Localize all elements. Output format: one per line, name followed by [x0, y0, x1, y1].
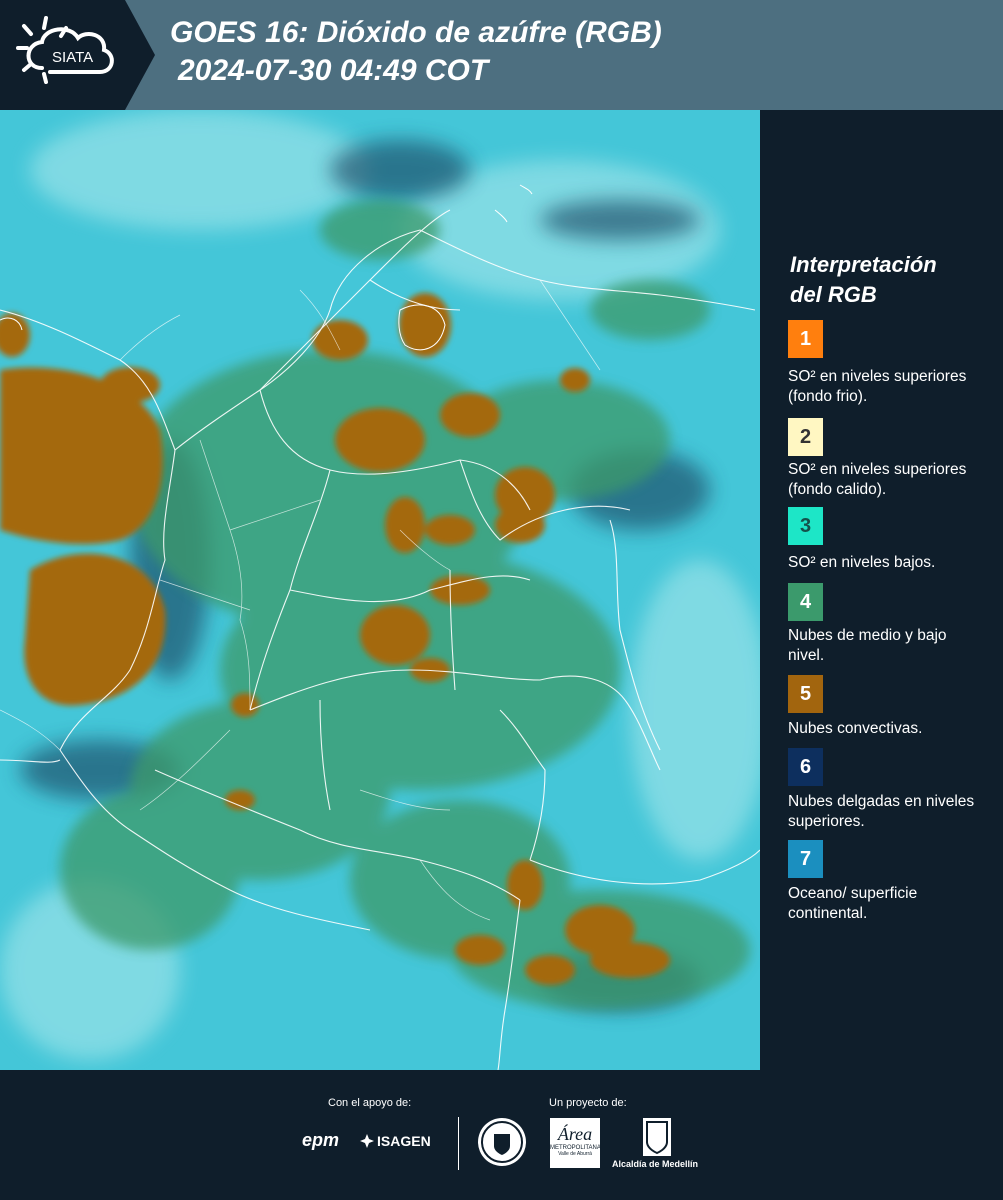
legend-number-4: 4 — [799, 590, 812, 613]
legend-swatch-4: 4 — [788, 583, 823, 621]
legend-label-6: Nubes delgadas en niveles superiores. — [788, 793, 975, 830]
legend-swatch-6: 6 — [788, 748, 823, 786]
legend-swatch-1: 1 — [788, 320, 823, 358]
legend-title: Interpretación del RGB — [790, 250, 937, 310]
legend-label-7: Oceano/ superficie continental. — [788, 885, 918, 922]
svg-text:SIATA: SIATA — [52, 49, 93, 66]
map-timestamp: 2024-07-30 04:49 COT — [178, 54, 489, 87]
legend-number-1: 1 — [799, 327, 812, 350]
legend-label-5: Nubes convectivas. — [788, 720, 923, 737]
header-bar: SIATA GOES 16: Dióxido de azúfre (RGB) 2… — [0, 0, 1003, 110]
legend-number-6: 6 — [799, 755, 812, 778]
support-label: Con el apoyo de: — [328, 1097, 412, 1109]
map-image — [0, 110, 760, 1070]
alcaldia-shield-icon — [643, 1118, 671, 1156]
footer-divider — [458, 1117, 459, 1170]
legend-number-3: 3 — [799, 514, 812, 537]
area-metropolitana-logo: Área METROPOLITANA Valle de Aburrá — [550, 1118, 601, 1168]
legend-swatch-5: 5 — [788, 675, 823, 713]
isagen-logo: ISAGEN — [377, 1133, 431, 1149]
map-title: GOES 16: Dióxido de azúfre (RGB) — [170, 16, 662, 49]
legend-swatch-2: 2 — [788, 418, 823, 456]
legend-swatch-7: 7 — [788, 840, 823, 878]
project-label: Un proyecto de: — [549, 1097, 627, 1109]
footer-bar: Con el apoyo de: Un proyecto de: epm ISA… — [0, 1070, 1003, 1200]
legend-panel: Interpretación del RGB 1 SO² en niveles … — [760, 110, 1003, 1070]
legend-label-3: SO² en niveles bajos. — [788, 554, 936, 571]
legend-number-7: 7 — [799, 847, 812, 870]
legend-label-1: SO² en niveles superiores (fondo frio). — [788, 368, 967, 405]
area-logo-text: Área — [557, 1124, 593, 1144]
satellite-map — [0, 110, 760, 1070]
legend-number-2: 2 — [799, 425, 812, 448]
area-logo-sub2: Valle de Aburrá — [558, 1151, 592, 1157]
alcaldia-logo: Alcaldía de Medellín — [612, 1159, 699, 1169]
legend-title-line2: del RGB — [790, 282, 877, 307]
medellin-seal-icon — [478, 1118, 526, 1166]
siata-logo: SIATA — [0, 0, 155, 110]
epm-logo: epm — [302, 1130, 340, 1150]
legend-number-5: 5 — [799, 682, 812, 705]
legend-title-line1: Interpretación — [790, 252, 937, 277]
legend-label-2: SO² en niveles superiores (fondo calido)… — [788, 461, 967, 498]
legend-label-4: Nubes de medio y bajo nivel. — [788, 627, 947, 664]
isagen-icon — [360, 1134, 374, 1148]
legend-swatch-3: 3 — [788, 507, 823, 545]
